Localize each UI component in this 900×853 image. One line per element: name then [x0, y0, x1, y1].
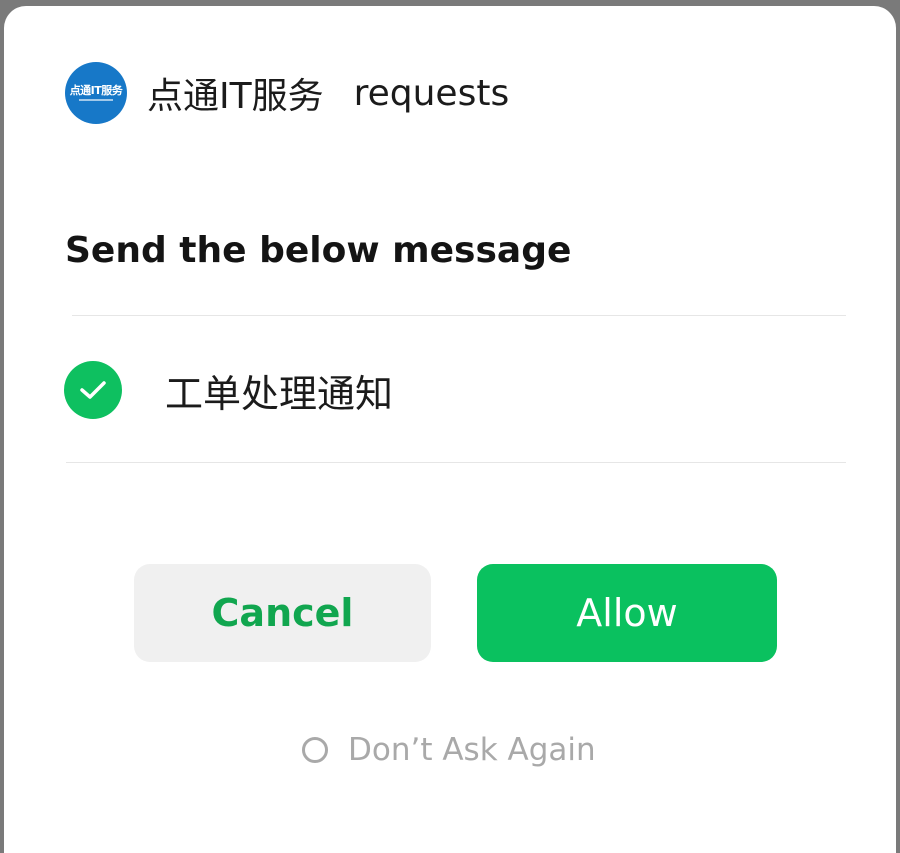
divider-top: [72, 315, 846, 316]
app-logo-text: 点通IT服务: [69, 84, 123, 97]
requests-label: requests: [353, 72, 510, 114]
dont-ask-again-label: Don’t Ask Again: [348, 732, 596, 768]
message-option[interactable]: 工单处理通知: [64, 360, 393, 420]
dont-ask-again-option[interactable]: Don’t Ask Again: [302, 728, 596, 772]
app-logo: 点通IT服务: [65, 62, 127, 124]
check-mark-icon: [80, 381, 106, 399]
allow-button[interactable]: Allow: [477, 564, 777, 662]
app-name: 点通IT服务: [147, 76, 324, 117]
radio-unchecked-icon[interactable]: [302, 737, 328, 763]
dialog-title: Send the below message: [65, 230, 572, 271]
check-icon[interactable]: [64, 361, 122, 419]
divider-bottom: [66, 462, 846, 463]
permission-dialog: 点通IT服务 点通IT服务 requests Send the below me…: [4, 6, 896, 853]
message-option-label: 工单处理通知: [165, 371, 394, 416]
dialog-header: 点通IT服务 点通IT服务 requests: [65, 61, 509, 125]
app-logo-underline: [79, 99, 113, 101]
cancel-button[interactable]: Cancel: [134, 564, 431, 662]
